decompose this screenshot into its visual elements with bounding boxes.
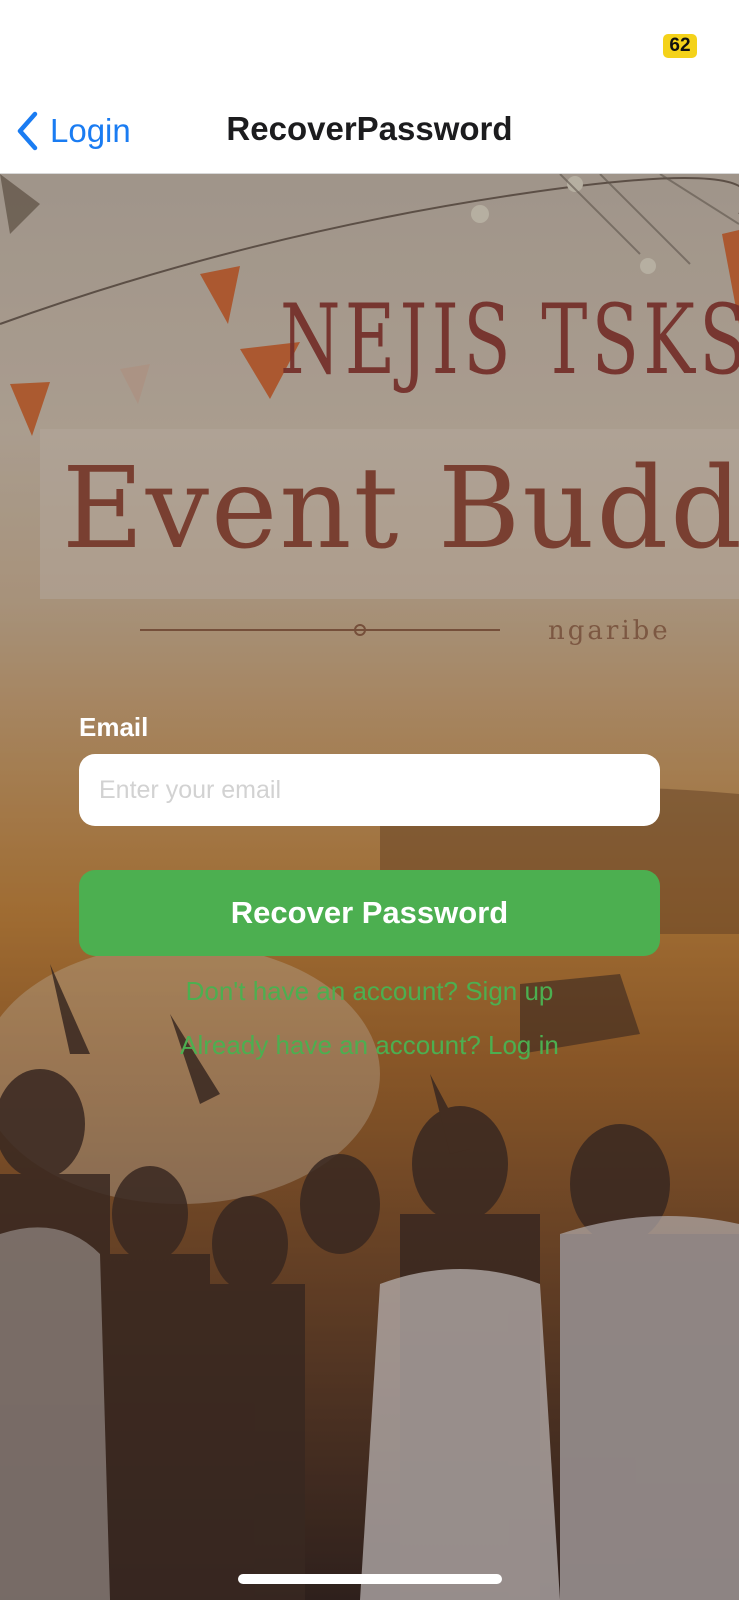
navigation-bar: Login RecoverPassword bbox=[0, 90, 739, 174]
page-title: RecoverPassword bbox=[226, 110, 513, 147]
email-input[interactable] bbox=[79, 754, 660, 826]
email-label: Email bbox=[79, 712, 149, 742]
battery-level-badge: 62 bbox=[663, 34, 697, 58]
home-indicator[interactable] bbox=[238, 1574, 502, 1584]
log-in-link[interactable]: Already have an account? Log in bbox=[0, 1030, 739, 1061]
recover-password-button[interactable]: Recover Password bbox=[79, 870, 660, 956]
status-bar: 62 bbox=[0, 0, 739, 90]
sign-up-link[interactable]: Don't have an account? Sign up bbox=[0, 976, 739, 1007]
